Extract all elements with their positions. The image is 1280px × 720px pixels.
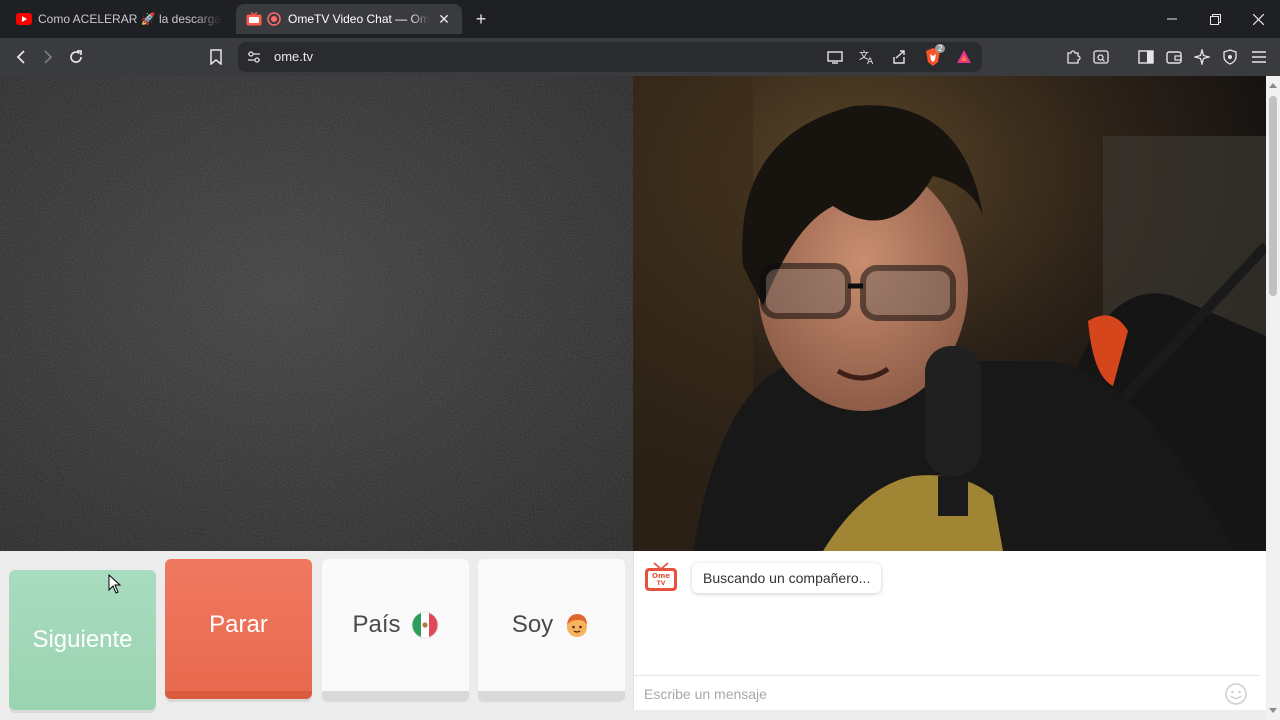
close-window-icon[interactable] [1236, 0, 1280, 38]
browser-tab-bar: Como ACELERAR 🚀 la descarga de OmeTV Vid… [0, 0, 1280, 38]
boy-emoji-icon [563, 611, 591, 639]
bookmark-icon[interactable] [204, 45, 228, 69]
next-button[interactable]: Siguiente [9, 570, 156, 710]
share-icon[interactable] [891, 49, 907, 70]
address-bar[interactable]: ome.tv 文A 2 [238, 42, 982, 72]
stop-button-label: Parar [209, 611, 268, 638]
country-button[interactable]: País [322, 559, 469, 699]
forward-icon[interactable] [36, 45, 60, 69]
tab-search-icon[interactable] [1089, 45, 1113, 69]
wallet-icon[interactable] [1162, 45, 1186, 69]
brave-rewards-icon[interactable] [956, 49, 972, 70]
status-message: Buscando un compañero... [692, 563, 882, 593]
country-button-label: País [352, 611, 401, 638]
reload-icon[interactable] [64, 45, 88, 69]
mouse-cursor-icon [108, 573, 122, 594]
translate-icon[interactable]: 文A [859, 49, 875, 70]
tab-ometv[interactable]: OmeTV Video Chat — Omegl ✕ [236, 4, 462, 34]
minimize-icon[interactable] [1150, 0, 1194, 38]
brave-shield-icon[interactable]: 2 [923, 44, 946, 72]
svg-text:A: A [867, 57, 874, 65]
svg-text:TV: TV [657, 580, 666, 587]
site-settings-icon[interactable] [246, 49, 262, 70]
youtube-icon [16, 11, 32, 27]
vpn-icon[interactable] [1218, 45, 1242, 69]
restore-icon[interactable] [1193, 0, 1237, 38]
leo-ai-icon[interactable] [1190, 45, 1214, 69]
gender-button-label: Soy [511, 611, 554, 638]
tab-title: Como ACELERAR 🚀 la descarga de [38, 12, 222, 26]
message-input-row [634, 675, 1260, 712]
browser-toolbar: ome.tv 文A 2 [0, 38, 1280, 76]
next-button-label: Siguiente [32, 626, 133, 653]
back-icon[interactable] [9, 45, 33, 69]
ometv-logo-icon: Ome TV [644, 562, 678, 592]
webcam-person-image [633, 76, 1266, 551]
new-tab-icon[interactable]: + [470, 8, 492, 30]
gender-button[interactable]: Soy [478, 559, 625, 699]
emoji-picker-icon[interactable] [1224, 682, 1248, 706]
self-webcam-video [633, 76, 1266, 551]
cast-icon[interactable] [827, 49, 843, 70]
stop-button[interactable]: Parar [165, 559, 312, 699]
ometv-page: Siguiente Parar País Soy Ome TV Buscando… [0, 76, 1280, 720]
svg-text:Ome: Ome [652, 572, 670, 580]
tab-title: OmeTV Video Chat — Omegl [288, 12, 430, 26]
message-input[interactable] [644, 676, 1214, 712]
sidebar-toggle-icon[interactable] [1134, 45, 1158, 69]
scroll-up-icon[interactable] [1266, 78, 1280, 92]
scrollbar-thumb[interactable] [1269, 96, 1277, 296]
page-bottom-strip [633, 710, 1266, 720]
tab-youtube[interactable]: Como ACELERAR 🚀 la descarga de [6, 4, 232, 34]
chat-controls: Siguiente Parar País Soy [0, 551, 633, 720]
partner-video-static [0, 76, 633, 551]
page-scrollbar[interactable] [1266, 76, 1280, 720]
scroll-down-icon[interactable] [1266, 704, 1280, 718]
url-text: ome.tv [274, 49, 314, 64]
menu-icon[interactable] [1247, 45, 1271, 69]
extensions-icon[interactable] [1061, 45, 1085, 69]
shield-badge: 2 [935, 44, 946, 53]
recording-icon [266, 11, 282, 27]
ometv-icon [246, 11, 262, 27]
close-tab-icon[interactable]: ✕ [436, 11, 452, 27]
mexico-flag-icon [411, 611, 439, 639]
text-chat-panel: Ome TV Buscando un compañero... [633, 551, 1260, 712]
